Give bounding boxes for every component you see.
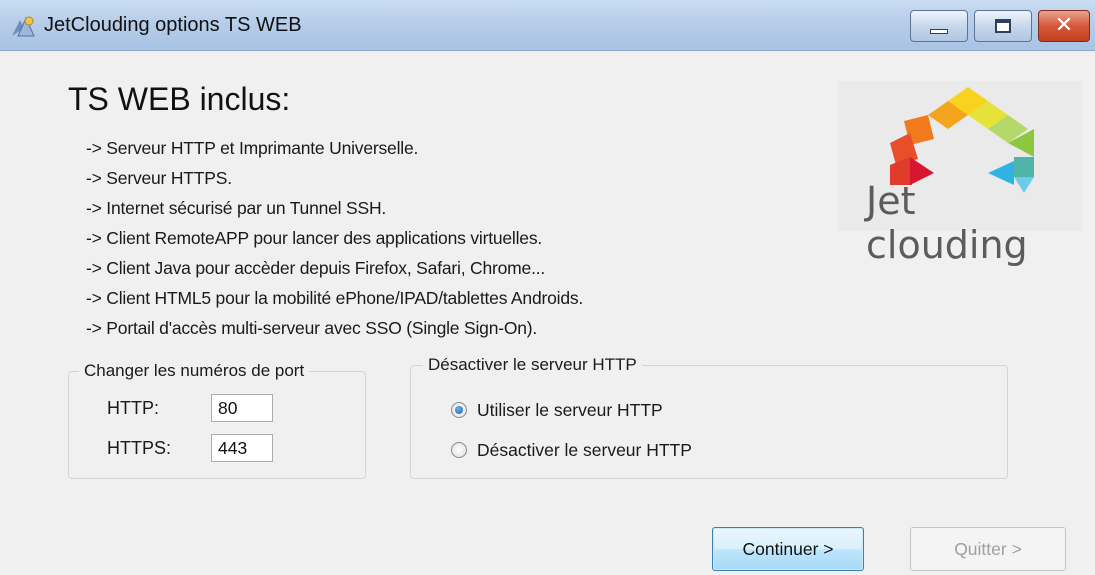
feature-list: -> Serveur HTTP et Imprimante Universell… [86,133,583,343]
group-legend: Changer les numéros de port [79,360,310,382]
app-icon [10,14,36,38]
group-legend: Désactiver le serveur HTTP [423,354,642,376]
jetclouding-logo: Jet clouding [838,81,1082,267]
radio-use-http[interactable]: Utiliser le serveur HTTP [451,398,663,422]
close-icon: ✕ [1054,13,1074,38]
list-item: -> Client Java pour accèder depuis Firef… [86,258,546,278]
radio-label: Utiliser le serveur HTTP [477,399,663,420]
http-port-input[interactable] [211,394,273,422]
close-button[interactable]: ✕ [1038,10,1090,42]
quit-button[interactable]: Quitter > [910,527,1066,571]
radio-label: Désactiver le serveur HTTP [477,439,692,460]
port-settings-group: Changer les numéros de port HTTP: HTTPS: [68,360,366,479]
list-item: -> Internet sécurisé par un Tunnel SSH. [86,198,387,218]
page-title: TS WEB inclus: [68,81,291,117]
radio-disable-http[interactable]: Désactiver le serveur HTTP [451,438,692,462]
list-item: -> Serveur HTTPS. [86,168,232,188]
list-item: -> Client RemoteAPP pour lancer des appl… [86,228,543,248]
http-port-label: HTTP: [107,398,159,418]
http-server-group: Désactiver le serveur HTTP Utiliser le s… [410,354,1008,479]
https-port-input[interactable] [211,434,273,462]
title-bar[interactable]: JetClouding options TS WEB ✕ [0,0,1095,51]
radio-button-checked[interactable] [451,402,467,418]
maximize-button[interactable] [974,10,1032,42]
dialog-body: TS WEB inclus: -> Serveur HTTP et Imprim… [0,51,1095,575]
minimize-icon [930,29,948,34]
radio-button[interactable] [451,442,467,458]
maximize-icon [995,19,1011,33]
list-item: -> Client HTML5 pour la mobilité ePhone/… [86,288,584,308]
continue-button[interactable]: Continuer > [712,527,864,571]
https-port-label: HTTPS: [107,438,172,458]
minimize-button[interactable] [910,10,968,42]
list-item: -> Portail d'accès multi-serveur avec SS… [86,318,538,338]
window-title: JetClouding options TS WEB [44,14,302,36]
logo-text: Jet clouding [866,179,1028,267]
list-item: -> Serveur HTTP et Imprimante Universell… [86,138,419,158]
